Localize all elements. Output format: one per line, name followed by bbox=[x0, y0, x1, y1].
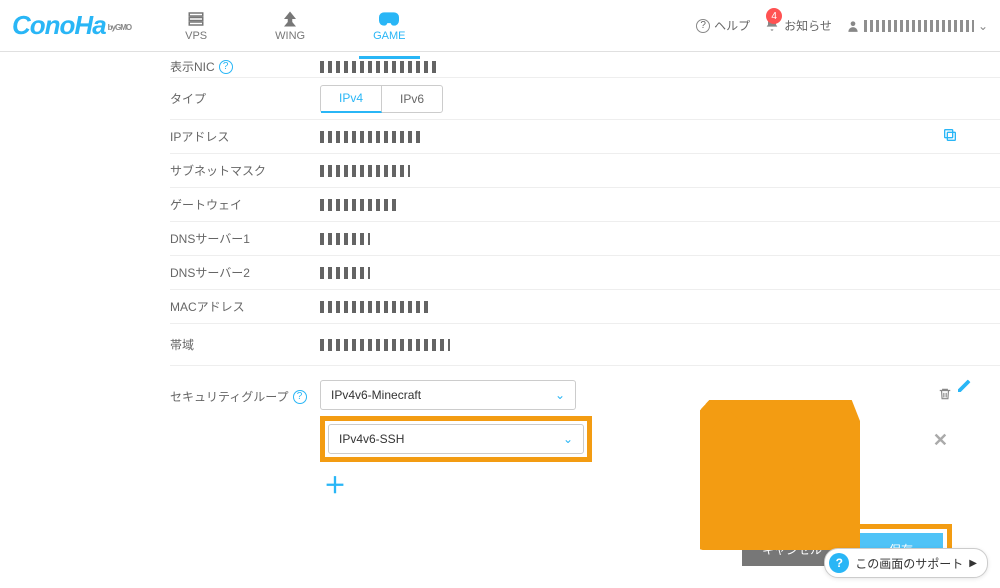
value-redacted bbox=[320, 267, 370, 279]
row-gateway: ゲートウェイ bbox=[170, 188, 1000, 222]
row-ip: IPアドレス bbox=[170, 120, 1000, 154]
user-name-redacted bbox=[864, 20, 974, 32]
value-redacted bbox=[320, 339, 450, 351]
help-icon[interactable]: ? bbox=[219, 60, 233, 74]
value-redacted bbox=[320, 61, 440, 73]
tab-ipv6[interactable]: IPv6 bbox=[382, 86, 442, 112]
tab-vps[interactable]: VPS bbox=[171, 4, 221, 48]
support-icon: ? bbox=[829, 553, 849, 573]
row-nic: 表示NIC ? bbox=[170, 56, 1000, 78]
security-group-select-1[interactable]: IPv4v6-Minecraft ⌄ bbox=[320, 380, 576, 410]
help-link[interactable]: ? ヘルプ bbox=[696, 17, 750, 34]
help-icon: ? bbox=[696, 19, 710, 33]
value-redacted bbox=[320, 131, 420, 143]
copy-icon[interactable] bbox=[942, 127, 958, 146]
chevron-down-icon: ⌄ bbox=[978, 19, 988, 33]
tab-game[interactable]: GAME bbox=[359, 4, 419, 48]
row-mac: MACアドレス bbox=[170, 290, 1000, 324]
value-redacted bbox=[320, 199, 400, 211]
row-band: 帯域 bbox=[170, 324, 1000, 366]
tab-wing[interactable]: WING bbox=[261, 4, 319, 48]
wing-icon bbox=[281, 10, 299, 28]
security-group-select-2[interactable]: IPv4v6-SSH ⌄ bbox=[328, 424, 584, 454]
user-icon bbox=[846, 19, 860, 33]
chevron-down-icon: ⌄ bbox=[563, 432, 573, 446]
gamepad-icon bbox=[379, 10, 399, 28]
content-panel: 表示NIC ? タイプ IPv4 IPv6 IPアドレス サブネットマスク ゲー… bbox=[0, 52, 1000, 575]
tab-ipv4[interactable]: IPv4 bbox=[321, 86, 382, 113]
pencil-icon[interactable] bbox=[956, 378, 972, 397]
value-redacted bbox=[320, 233, 370, 245]
nav-tabs: VPS WING GAME bbox=[171, 4, 419, 48]
trash-icon[interactable] bbox=[938, 386, 952, 402]
add-security-group-button[interactable]: ＋ bbox=[324, 468, 1000, 500]
remove-icon[interactable]: ✕ bbox=[933, 430, 948, 451]
row-secgroup: セキュリティグループ ? IPv4v6-Minecraft ⌄ IPv4v6-S… bbox=[170, 380, 1000, 500]
user-menu[interactable]: ⌄ bbox=[846, 19, 988, 33]
server-icon bbox=[187, 10, 205, 28]
header: ConoHabyGMO VPS WING GAME ? ヘルプ bbox=[0, 0, 1000, 52]
ip-type-tabs: IPv4 IPv6 bbox=[320, 85, 443, 113]
highlight-annotation: IPv4v6-SSH ⌄ bbox=[320, 416, 592, 462]
notice-link[interactable]: 4 お知らせ bbox=[764, 16, 832, 35]
header-right: ? ヘルプ 4 お知らせ ⌄ bbox=[696, 16, 988, 35]
value-redacted bbox=[320, 165, 410, 177]
row-type: タイプ IPv4 IPv6 bbox=[170, 78, 1000, 120]
row-subnet: サブネットマスク bbox=[170, 154, 1000, 188]
row-dns1: DNSサーバー1 bbox=[170, 222, 1000, 256]
row-dns2: DNSサーバー2 bbox=[170, 256, 1000, 290]
value-redacted bbox=[320, 301, 430, 313]
logo[interactable]: ConoHabyGMO bbox=[12, 10, 171, 41]
support-badge[interactable]: ? この画面のサポート ▶ bbox=[824, 548, 988, 578]
chevron-down-icon: ⌄ bbox=[555, 388, 565, 402]
help-icon[interactable]: ? bbox=[293, 390, 307, 404]
